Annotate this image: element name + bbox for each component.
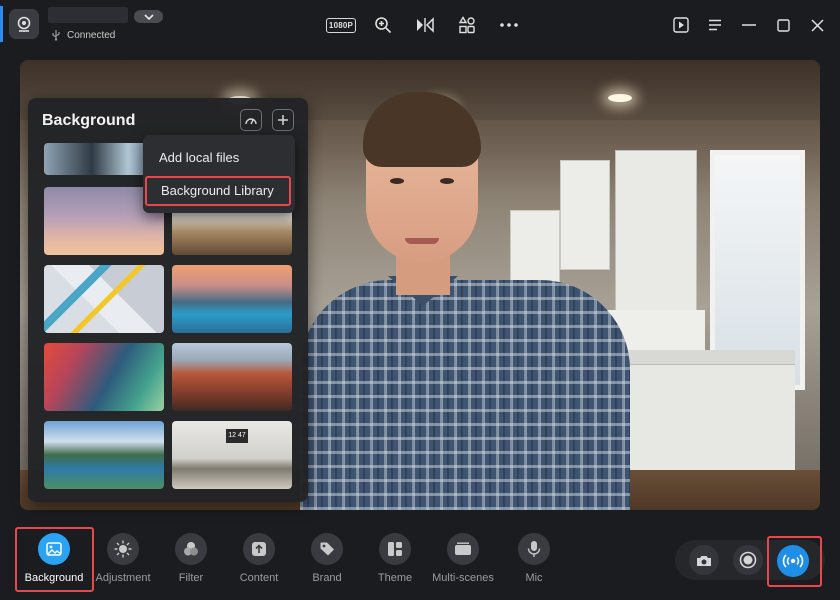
device-dropdown-button[interactable] — [134, 10, 163, 23]
usb-icon — [52, 30, 60, 41]
speed-icon[interactable] — [240, 109, 262, 131]
add-background-menu: Add local files Background Library — [143, 135, 295, 213]
device-name-field — [48, 7, 128, 23]
active-edge-indicator — [0, 6, 3, 42]
adjustment-tool-button[interactable]: Adjustment — [91, 533, 155, 584]
background-thumbnail[interactable]: 12 47 — [172, 421, 292, 489]
eye — [390, 178, 404, 184]
background-thumbnail[interactable] — [44, 421, 164, 489]
resolution-badge: 1080P — [325, 17, 357, 33]
mic-tool-button[interactable]: Mic — [502, 533, 566, 584]
sun-icon — [107, 533, 139, 565]
upload-icon — [243, 533, 275, 565]
close-icon[interactable] — [800, 13, 834, 37]
background-thumbnail[interactable] — [172, 265, 292, 333]
tool-label: Mic — [525, 572, 543, 584]
person-video-subject — [300, 90, 630, 510]
eye — [440, 178, 454, 184]
tool-label: Background — [24, 572, 84, 584]
minimize-icon[interactable] — [732, 13, 766, 37]
hair — [363, 92, 481, 167]
mirror-icon[interactable] — [404, 13, 446, 37]
title-toolbar: 1080P — [320, 13, 530, 37]
filter-tool-button[interactable]: Filter — [159, 533, 223, 584]
layout-icon — [379, 533, 411, 565]
theme-tool-button[interactable]: Theme — [363, 533, 427, 584]
tool-label: Filter — [178, 572, 204, 584]
camera-icon[interactable] — [689, 545, 719, 575]
background-library-menu-item[interactable]: Background Library — [145, 176, 291, 206]
connection-status: Connected — [51, 29, 115, 41]
brand-tool-button[interactable]: Brand — [295, 533, 359, 584]
tool-label: Multi-scenes — [432, 572, 494, 584]
resolution-button[interactable]: 1080P — [320, 13, 362, 37]
plaid-shirt — [300, 280, 630, 510]
record-icon[interactable] — [733, 545, 763, 575]
chevron-down-icon — [143, 13, 154, 20]
multi-scenes-tool-button[interactable]: Multi-scenes — [431, 533, 495, 584]
mouth — [405, 238, 439, 244]
thumbnail-clock: 12 47 — [226, 429, 248, 443]
tool-label: Adjustment — [95, 572, 151, 584]
tool-label: Brand — [312, 572, 342, 584]
tag-icon — [311, 533, 343, 565]
webcam-icon[interactable] — [9, 9, 39, 39]
zoom-in-icon[interactable] — [362, 13, 404, 37]
play-window-icon[interactable] — [664, 13, 698, 37]
plus-icon — [278, 115, 288, 125]
title-bar: Connected 1080P — [0, 0, 840, 50]
connection-status-text: Connected — [67, 29, 116, 41]
scenes-icon — [447, 533, 479, 565]
menu-icon[interactable] — [698, 13, 732, 37]
mic-icon — [518, 533, 550, 565]
shapes-icon[interactable] — [446, 13, 488, 37]
window-controls — [664, 13, 834, 37]
filter-circles-icon — [175, 533, 207, 565]
background-thumbnail[interactable] — [44, 343, 164, 411]
tool-label: Theme — [377, 572, 413, 584]
image-icon — [38, 533, 70, 565]
add-background-button[interactable] — [272, 109, 294, 131]
more-icon[interactable] — [488, 13, 530, 37]
add-local-files-menu-item[interactable]: Add local files — [159, 150, 239, 165]
content-tool-button[interactable]: Content — [227, 533, 291, 584]
background-panel-title: Background — [42, 112, 136, 129]
maximize-icon[interactable] — [766, 13, 800, 37]
background-thumbnail[interactable] — [44, 265, 164, 333]
background-thumbnail[interactable] — [172, 343, 292, 411]
live-broadcast-icon[interactable] — [777, 545, 809, 577]
background-tool-button[interactable]: Background — [22, 533, 86, 584]
tool-label: Content — [239, 572, 279, 584]
bottom-toolbar: Background Adjustment Filter Content Bra… — [0, 515, 840, 600]
